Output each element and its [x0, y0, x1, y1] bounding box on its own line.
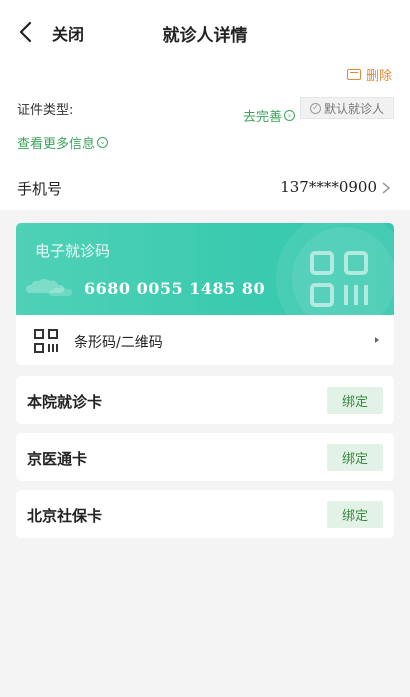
- chevron-right-icon[interactable]: [379, 181, 393, 195]
- card-title: 电子就诊码: [35, 242, 111, 260]
- more-info-label: 查看更多信息: [17, 137, 96, 152]
- default-patient-label: 默认就诊人: [323, 101, 384, 116]
- qr-code-icon: [34, 329, 58, 353]
- bind-social-security-card-button[interactable]: 绑定: [327, 501, 383, 528]
- default-patient-toggle[interactable]: ✓ 默认就诊人: [300, 97, 394, 119]
- more-info-link[interactable]: 查看更多信息 ⌄: [17, 133, 109, 152]
- phone-label: 手机号: [17, 180, 63, 198]
- qr-code-watermark-icon: [276, 223, 394, 315]
- barcode-qrcode-label: 条形码/二维码: [74, 335, 163, 351]
- id-type-label: 证件类型:: [17, 103, 74, 118]
- complete-info-label: 去完善: [243, 110, 283, 125]
- page-title: 就诊人详情: [162, 26, 248, 46]
- chevron-right-circle-icon: ›: [284, 110, 296, 121]
- delete-icon: [346, 68, 361, 80]
- complete-info-link[interactable]: 去完善 ›: [243, 106, 296, 125]
- bind-jingyitong-card-button[interactable]: 绑定: [327, 444, 383, 471]
- card-number: 6680 0055 1485 80: [84, 279, 266, 298]
- hospital-card-row: 本院就诊卡 绑定: [16, 376, 394, 424]
- jingyitong-card-row: 京医通卡 绑定: [16, 433, 394, 481]
- barcode-qrcode-row[interactable]: 条形码/二维码: [16, 315, 394, 365]
- delete-label: 删除: [365, 68, 392, 84]
- hospital-card-label: 本院就诊卡: [27, 393, 103, 411]
- nav-bar: 关闭 就诊人详情: [0, 0, 410, 64]
- check-circle-icon: ✓: [309, 102, 321, 114]
- bind-hospital-card-button[interactable]: 绑定: [327, 387, 383, 414]
- electronic-medical-card: 电子就诊码 6680 0055 1485 80: [16, 223, 394, 315]
- delete-button[interactable]: 删除: [346, 66, 392, 84]
- social-security-card-row: 北京社保卡 绑定: [16, 490, 394, 538]
- cloud-icon: [26, 279, 72, 296]
- social-security-card-label: 北京社保卡: [27, 507, 103, 525]
- chevron-down-circle-icon: ⌄: [97, 137, 109, 148]
- caret-right-icon: [375, 337, 379, 343]
- jingyitong-card-label: 京医通卡: [27, 450, 88, 468]
- phone-value[interactable]: 137****0900: [280, 178, 377, 196]
